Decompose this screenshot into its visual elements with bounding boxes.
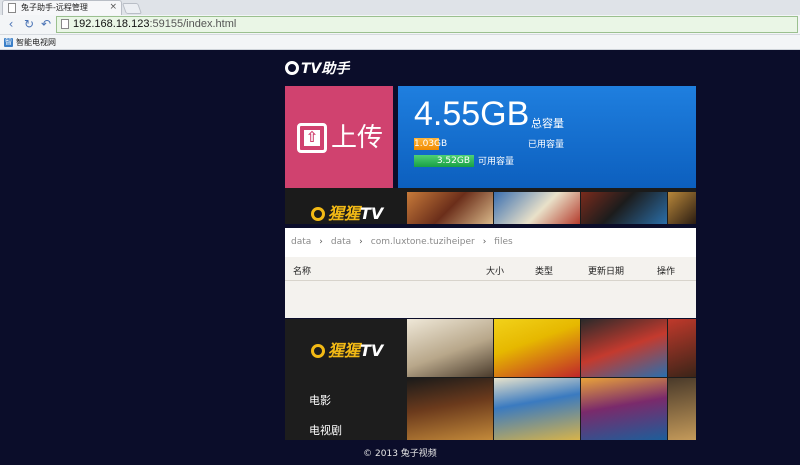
movie-thumbnail[interactable] xyxy=(581,319,667,377)
movie-thumbnail[interactable] xyxy=(581,378,667,440)
media-section: 猩猩TV 电影 电视剧 xyxy=(285,319,696,440)
movie-thumbnail[interactable] xyxy=(407,319,493,377)
brand-tv: TV xyxy=(360,341,384,360)
back-arrow-icon[interactable]: ‹ xyxy=(4,17,18,31)
bookmark-label: 智能电视网 xyxy=(16,38,56,47)
column-header-size[interactable]: 大小 xyxy=(486,263,504,281)
address-bar[interactable]: 192.168.18.123:59155/index.html xyxy=(56,16,798,33)
storage-total-label: 总容量 xyxy=(531,117,564,130)
logo-mark-icon xyxy=(285,61,299,75)
brand-name: 猩猩 xyxy=(328,341,361,360)
bookmark-icon: 智 xyxy=(4,38,13,47)
bookmarks-bar: 智 智能电视网 xyxy=(0,35,800,50)
available-capacity-bar: 3.52GB xyxy=(414,155,474,167)
upload-button[interactable]: 上传 xyxy=(285,86,393,188)
chevron-right-icon: › xyxy=(319,237,323,247)
url-host: 192.168.18.123 xyxy=(73,18,150,30)
movie-thumbnail[interactable] xyxy=(407,378,493,440)
page-icon xyxy=(61,19,69,29)
page-icon xyxy=(8,3,16,13)
refresh-icon[interactable]: ↻ xyxy=(22,17,36,31)
column-header-action: 操作 xyxy=(657,267,676,277)
movie-thumbnail[interactable] xyxy=(494,319,580,377)
column-header-type[interactable]: 类型 xyxy=(535,263,553,281)
brand-strip: 猩猩TV xyxy=(285,188,696,224)
logo-text: TV助手 xyxy=(301,61,350,77)
brand-name: 猩猩 xyxy=(328,204,361,223)
menu-item-tv-series[interactable]: 电视剧 xyxy=(309,422,342,438)
breadcrumb: data › data › com.luxtone.tuziheiper › files xyxy=(285,228,696,257)
brand-ring-icon xyxy=(311,344,325,358)
tab-title: 兔子助手-远程管理 xyxy=(21,3,88,12)
used-capacity-bar: 1.03GB xyxy=(414,138,448,150)
storage-panel: 4.55GB 总容量 1.03GB 已用容量 3.52GB 可用容量 xyxy=(398,86,696,188)
movie-thumbnail[interactable] xyxy=(668,192,696,224)
brand-tv: TV xyxy=(360,204,384,223)
menu-item-movies[interactable]: 电影 xyxy=(309,392,331,408)
browser-toolbar: ‹ ↻ ↶ 192.168.18.123:59155/index.html xyxy=(0,15,800,35)
breadcrumb-item[interactable]: data xyxy=(291,237,311,247)
table-header: 名称 大小 类型 更新日期 操作 xyxy=(285,263,696,281)
available-capacity-label: 可用容量 xyxy=(478,157,515,167)
chevron-right-icon: › xyxy=(482,237,487,247)
chevron-right-icon: › xyxy=(359,237,363,247)
breadcrumb-item[interactable]: files xyxy=(494,237,512,247)
movie-thumbnail[interactable] xyxy=(668,378,696,440)
movie-thumbnail[interactable] xyxy=(668,319,696,377)
column-header-date[interactable]: 更新日期 xyxy=(588,263,624,281)
brand-logo[interactable]: 猩猩TV xyxy=(311,200,383,224)
undo-icon[interactable]: ↶ xyxy=(39,17,53,31)
breadcrumb-item[interactable]: data xyxy=(331,237,351,247)
browser-tab-bar: 兔子助手-远程管理 × xyxy=(0,0,800,15)
breadcrumb-item[interactable]: com.luxtone.tuziheiper xyxy=(371,237,475,247)
close-icon[interactable]: × xyxy=(109,1,117,14)
upload-label: 上传 xyxy=(331,123,384,153)
footer-copyright: © 2013 兔子视频 xyxy=(363,449,437,459)
url-path: :59155/index.html xyxy=(149,18,237,30)
brand-ring-icon xyxy=(311,207,325,221)
bookmark-item[interactable]: 智 智能电视网 xyxy=(4,37,56,48)
movie-thumbnail[interactable] xyxy=(407,192,493,224)
movie-thumbnail[interactable] xyxy=(494,192,580,224)
browser-tab[interactable]: 兔子助手-远程管理 × xyxy=(2,0,122,15)
used-capacity-label: 已用容量 xyxy=(528,140,565,150)
column-header-name[interactable]: 名称 xyxy=(293,263,311,281)
movie-thumbnail[interactable] xyxy=(581,192,667,224)
new-tab-button[interactable] xyxy=(121,3,143,14)
brand-logo[interactable]: 猩猩TV xyxy=(311,337,383,361)
file-browser: data › data › com.luxtone.tuziheiper › files 名… xyxy=(285,228,696,318)
storage-total: 4.55GB xyxy=(414,95,530,133)
movie-thumbnail[interactable] xyxy=(494,378,580,440)
app-logo: TV助手 xyxy=(285,58,349,78)
upload-icon xyxy=(297,123,327,153)
